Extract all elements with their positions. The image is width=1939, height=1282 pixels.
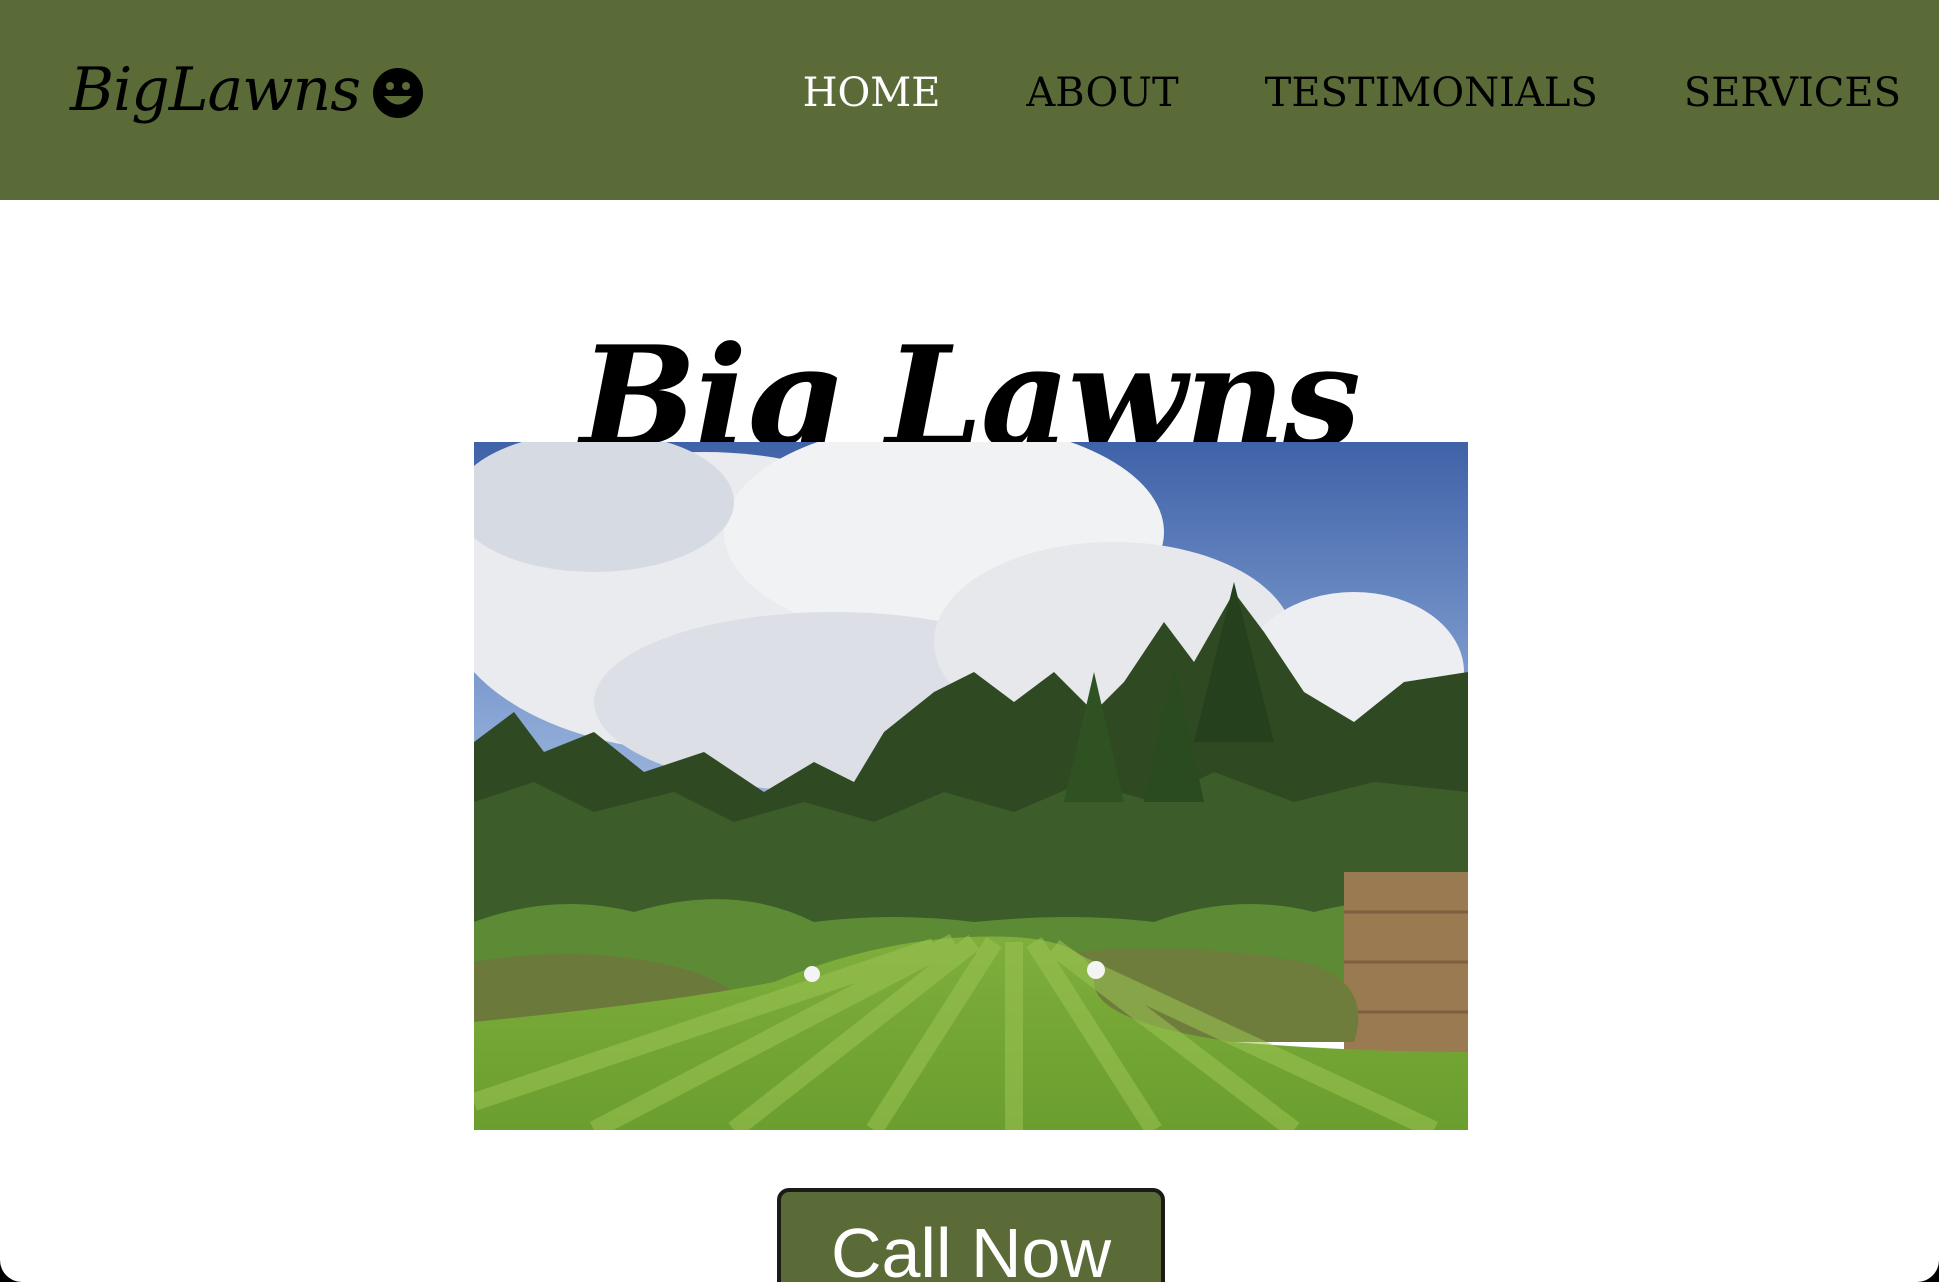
nav-link-testimonials[interactable]: TESTIMONIALS [1265, 70, 1598, 116]
smiley-face-icon [372, 64, 424, 118]
nav-link-services[interactable]: SERVICES [1684, 70, 1901, 116]
nav-link-about[interactable]: ABOUT [1026, 70, 1178, 116]
main-nav: HOME ABOUT TESTIMONIALS SERVICES [717, 70, 1901, 116]
navbar: BigLawns HOME ABOUT TESTIMONIALS SERVICE… [0, 0, 1939, 200]
nav-link-home[interactable]: HOME [803, 70, 941, 116]
brand-name: BigLawns [70, 55, 361, 125]
call-now-button[interactable]: Call Now [777, 1188, 1165, 1282]
page: BigLawns HOME ABOUT TESTIMONIALS SERVICE… [0, 0, 1939, 1282]
brand-logo[interactable]: BigLawns [70, 55, 424, 125]
lawn-photo [474, 442, 1468, 1130]
